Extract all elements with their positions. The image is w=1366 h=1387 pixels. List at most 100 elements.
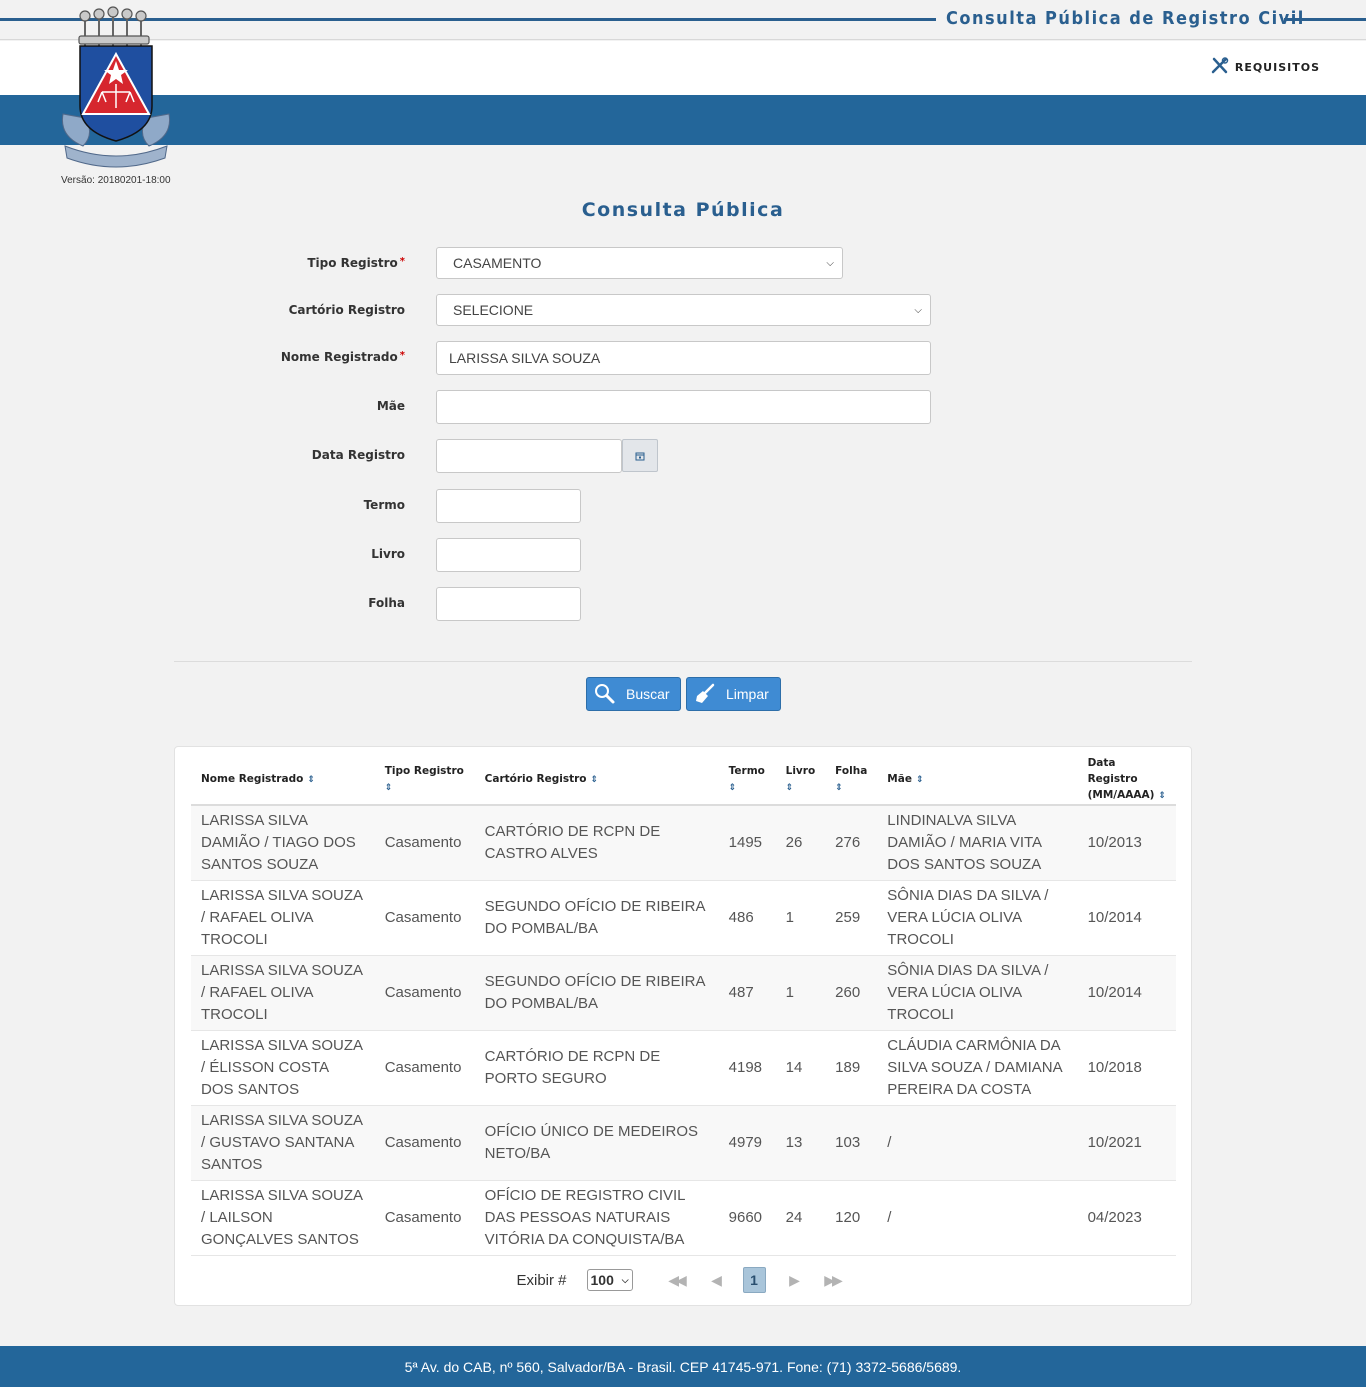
livro-input[interactable]: [436, 538, 581, 572]
col-folha[interactable]: Folha ⇕: [825, 755, 878, 806]
prev-page-icon[interactable]: ◀: [696, 1272, 735, 1289]
required-marker: *: [399, 256, 405, 267]
tipo-registro-label-text: Tipo Registro: [307, 256, 398, 270]
nome-registrado-label: Nome Registrado *: [281, 350, 405, 364]
chevron-down-icon: ⌵: [826, 257, 834, 269]
table-row[interactable]: LARISSA SILVA SOUZA / GUSTAVO SANTANA SA…: [191, 1105, 1176, 1181]
livro-label: Livro: [371, 547, 405, 561]
sort-icon: ⇕: [835, 783, 843, 793]
cell-livro: 24: [775, 1180, 826, 1256]
requisitos-link[interactable]: REQUISITOS: [1211, 57, 1320, 78]
cell-nome: LARISSA SILVA DAMIÃO / TIAGO DOS SANTOS …: [191, 805, 375, 881]
results-panel: Nome Registrado ⇕ Tipo Registro ⇕ Cartório…: [174, 746, 1192, 1306]
cell-data: 10/2018: [1077, 1030, 1176, 1106]
cell-folha: 189: [825, 1030, 878, 1106]
table-row[interactable]: LARISSA SILVA SOUZA / LAILSON GONÇALVES …: [191, 1180, 1176, 1256]
cell-tipo: Casamento: [374, 1105, 475, 1181]
col-tipo-registro[interactable]: Tipo Registro ⇕: [374, 755, 475, 806]
cell-cartorio: OFÍCIO ÚNICO DE MEDEIROS NETO/BA: [474, 1105, 719, 1181]
app-title: Consulta Pública de Registro Civil: [946, 8, 1305, 29]
tipo-registro-value: CASAMENTO: [453, 255, 542, 271]
header-blue-band: [0, 95, 1366, 145]
sort-icon: ⇕: [785, 783, 794, 793]
cell-data: 10/2014: [1077, 955, 1176, 1031]
cartorio-registro-label: Cartório Registro: [288, 303, 405, 317]
page-size-select[interactable]: 100 ⌵: [586, 1269, 633, 1291]
col-folha-label: Folha: [835, 765, 868, 777]
col-cartorio-label: Cartório Registro: [484, 773, 587, 785]
cell-nome: LARISSA SILVA SOUZA / GUSTAVO SANTANA SA…: [191, 1105, 375, 1181]
cell-mae: SÔNIA DIAS DA SILVA / VERA LÚCIA OLIVA T…: [877, 880, 1078, 956]
table-row[interactable]: LARISSA SILVA SOUZA / ÉLISSON COSTA DOS …: [191, 1030, 1176, 1106]
cell-livro: 1: [775, 955, 826, 1031]
chevron-down-icon: ⌵: [914, 304, 922, 316]
termo-input[interactable]: [436, 489, 581, 523]
sort-icon: ⇕: [384, 783, 393, 793]
calendar-button[interactable]: [622, 439, 658, 472]
sort-icon: ⇕: [1158, 791, 1166, 801]
cell-termo: 487: [718, 955, 776, 1031]
nome-registrado-input[interactable]: LARISSA SILVA SOUZA: [436, 341, 931, 375]
cell-livro: 14: [775, 1030, 826, 1106]
col-data-registro[interactable]: Data Registro (MM/AAAA) ⇕: [1077, 755, 1176, 806]
cell-tipo: Casamento: [374, 805, 475, 881]
cell-cartorio: CARTÓRIO DE RCPN DE CASTRO ALVES: [474, 805, 719, 881]
next-page-icon[interactable]: ▶: [774, 1272, 813, 1289]
table-row[interactable]: LARISSA SILVA SOUZA / RAFAEL OLIVA TROCO…: [191, 955, 1176, 1031]
sort-icon: ⇕: [307, 775, 315, 785]
nome-registrado-label-text: Nome Registrado: [280, 350, 398, 364]
coat-of-arms-logo: [55, 6, 177, 176]
cell-mae: /: [877, 1180, 1078, 1256]
cell-data: 10/2013: [1077, 805, 1176, 881]
cell-nome: LARISSA SILVA SOUZA / RAFAEL OLIVA TROCO…: [191, 880, 375, 956]
cell-folha: 276: [825, 805, 878, 881]
version-label: Versão: 20180201-18:00: [61, 175, 171, 186]
col-data-label: Data Registro (MM/AAAA): [1087, 757, 1155, 801]
col-mae[interactable]: Mãe ⇕: [877, 755, 1078, 806]
tipo-registro-select[interactable]: CASAMENTO ⌵: [436, 247, 843, 279]
buscar-label: Buscar: [626, 686, 670, 702]
mae-label: Mãe: [376, 399, 405, 413]
buscar-button[interactable]: Buscar: [586, 677, 681, 711]
cell-tipo: Casamento: [374, 880, 475, 956]
cell-termo: 9660: [718, 1180, 776, 1256]
table-row[interactable]: LARISSA SILVA SOUZA / RAFAEL OLIVA TROCO…: [191, 880, 1176, 956]
folha-input[interactable]: [436, 587, 581, 621]
cell-termo: 4198: [718, 1030, 776, 1106]
cell-termo: 4979: [718, 1105, 776, 1181]
limpar-button[interactable]: Limpar: [686, 677, 781, 711]
first-page-icon[interactable]: ◀◀: [657, 1272, 696, 1289]
data-registro-input[interactable]: [436, 439, 622, 473]
cell-folha: 260: [825, 955, 878, 1031]
cell-folha: 103: [825, 1105, 878, 1181]
table-row[interactable]: LARISSA SILVA DAMIÃO / TIAGO DOS SANTOS …: [191, 805, 1176, 881]
col-cartorio-registro[interactable]: Cartório Registro ⇕: [474, 755, 719, 806]
cell-mae: SÔNIA DIAS DA SILVA / VERA LÚCIA OLIVA T…: [877, 955, 1078, 1031]
tools-icon: [1211, 57, 1229, 78]
results-table: Nome Registrado ⇕ Tipo Registro ⇕ Cartório…: [191, 755, 1176, 1256]
form-title: Consulta Pública: [581, 199, 785, 221]
col-mae-label: Mãe: [887, 773, 912, 785]
cell-mae: LINDINALVA SILVA DAMIÃO / MARIA VITA DOS…: [877, 805, 1078, 881]
cartorio-registro-value: SELECIONE: [453, 302, 534, 318]
top-bar: Consulta Pública de Registro Civil: [0, 0, 1366, 40]
col-termo-label: Termo: [728, 765, 765, 777]
cartorio-registro-select[interactable]: SELECIONE ⌵: [436, 294, 931, 326]
cell-mae: /: [877, 1105, 1078, 1181]
page-number-button[interactable]: 1: [742, 1267, 766, 1293]
cell-tipo: Casamento: [374, 1030, 475, 1106]
cell-termo: 1495: [718, 805, 776, 881]
cell-mae: CLÁUDIA CARMÔNIA DA SILVA SOUZA / DAMIAN…: [877, 1030, 1078, 1106]
search-icon: [595, 684, 615, 704]
col-termo[interactable]: Termo ⇕: [718, 755, 776, 806]
last-page-icon[interactable]: ▶▶: [813, 1272, 852, 1289]
folha-label: Folha: [368, 596, 405, 610]
mae-input[interactable]: [436, 390, 931, 424]
data-registro-label: Data Registro: [311, 448, 405, 462]
cell-livro: 26: [775, 805, 826, 881]
title-rule-right: [1284, 18, 1366, 21]
cell-nome: LARISSA SILVA SOUZA / RAFAEL OLIVA TROCO…: [191, 955, 375, 1031]
col-nome-registrado[interactable]: Nome Registrado ⇕: [191, 755, 375, 806]
col-livro[interactable]: Livro ⇕: [775, 755, 826, 806]
required-marker: *: [399, 350, 405, 361]
